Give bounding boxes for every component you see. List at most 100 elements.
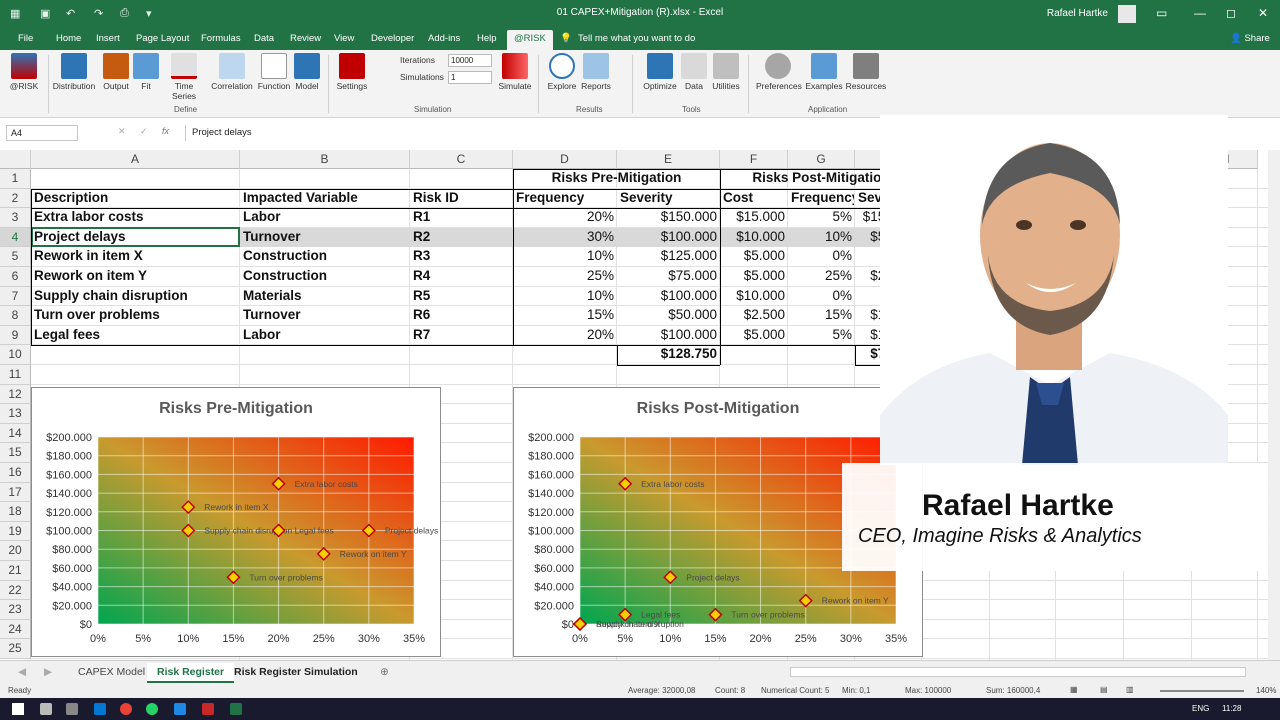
tab-insert[interactable]: Insert (96, 33, 120, 44)
column-header[interactable]: F (720, 150, 788, 169)
tab-atrisk[interactable]: @RISK (507, 30, 553, 50)
table-cell[interactable]: 25% (791, 268, 852, 283)
settings-button[interactable]: Settings (330, 53, 374, 91)
outlook-icon[interactable] (94, 703, 106, 715)
tab-add-ins[interactable]: Add-ins (428, 33, 460, 44)
row-header[interactable]: 7 (0, 286, 31, 307)
correlation-button[interactable]: Correlation (210, 53, 254, 91)
simulate-button[interactable]: Simulate (493, 53, 537, 91)
table-cell[interactable]: 10% (516, 288, 614, 303)
row-header[interactable]: 24 (0, 619, 31, 640)
row-header[interactable]: 20 (0, 541, 31, 561)
time-series-button[interactable]: Time Series (162, 53, 206, 101)
table-cell[interactable]: 10% (516, 248, 614, 263)
table-cell[interactable]: $75.000 (620, 268, 717, 283)
row-header[interactable]: 15 (0, 443, 31, 463)
whatsapp-icon[interactable] (146, 703, 158, 715)
column-header[interactable]: G (788, 150, 855, 169)
clock[interactable]: 11:28 (1222, 704, 1241, 713)
tell-me-search[interactable]: Tell me what you want to do (578, 33, 695, 44)
row-header[interactable]: 10 (0, 345, 31, 365)
table-cell[interactable]: $15.000 (723, 209, 785, 224)
row-header[interactable]: 13 (0, 404, 31, 424)
table-cell[interactable]: Legal fees (34, 327, 237, 342)
row-header[interactable]: 23 (0, 600, 31, 620)
table-cell[interactable]: 0% (791, 248, 852, 263)
skype-icon[interactable] (174, 703, 186, 715)
table-cell[interactable]: Rework in item X (34, 248, 237, 263)
table-cell[interactable]: $5.000 (723, 268, 785, 283)
preferences-button[interactable]: Preferences (756, 53, 802, 91)
language-indicator[interactable]: ENG (1192, 704, 1209, 713)
table-cell[interactable]: Labor (243, 209, 407, 224)
column-header[interactable]: E (617, 150, 720, 169)
table-cell[interactable]: $50.000 (620, 307, 717, 322)
search-icon[interactable] (40, 703, 52, 715)
utilities-button[interactable]: Utilities (704, 53, 748, 91)
row-header[interactable]: 2 (0, 188, 31, 209)
chrome-icon[interactable] (120, 703, 132, 715)
tab-home[interactable]: Home (56, 33, 81, 44)
table-cell[interactable]: Turn over problems (34, 307, 237, 322)
tab-help[interactable]: Help (477, 33, 497, 44)
table-cell[interactable]: 5% (791, 209, 852, 224)
normal-view-icon[interactable]: ▦ (1070, 685, 1078, 694)
table-cell[interactable]: $125.000 (620, 248, 717, 263)
select-all-corner[interactable] (0, 150, 31, 169)
table-cell[interactable]: $100.000 (620, 229, 717, 244)
table-cell[interactable]: R3 (413, 248, 510, 263)
page-layout-view-icon[interactable]: ▤ (1100, 685, 1108, 694)
row-header[interactable]: 8 (0, 306, 31, 326)
row-header[interactable]: 9 (0, 325, 31, 346)
row-header[interactable]: 11 (0, 365, 31, 385)
row-header[interactable]: 22 (0, 580, 31, 601)
row-header[interactable]: 17 (0, 482, 31, 503)
table-cell[interactable]: $5.000 (723, 327, 785, 342)
app-icon[interactable] (202, 703, 214, 715)
start-icon[interactable] (12, 703, 24, 715)
row-header[interactable]: 19 (0, 521, 31, 542)
total-pre[interactable]: $128.750 (620, 346, 717, 361)
table-cell[interactable]: R7 (413, 327, 510, 342)
row-header[interactable]: 12 (0, 384, 31, 405)
resources-button[interactable]: Resources (844, 53, 888, 91)
table-cell[interactable]: 5% (791, 327, 852, 342)
row-header[interactable]: 14 (0, 423, 31, 444)
table-cell[interactable]: Turnover (243, 307, 407, 322)
table-cell[interactable]: 20% (516, 209, 614, 224)
distribution-button[interactable]: Distribution (52, 53, 96, 91)
row-header[interactable]: 18 (0, 502, 31, 522)
table-cell[interactable]: $2.500 (723, 307, 785, 322)
table-cell[interactable]: R5 (413, 288, 510, 303)
tab-developer[interactable]: Developer (371, 33, 414, 44)
table-cell[interactable]: R4 (413, 268, 510, 283)
examples-button[interactable]: Examples (802, 53, 846, 91)
table-cell[interactable]: $5.000 (723, 248, 785, 263)
table-cell[interactable]: $10.000 (723, 288, 785, 303)
reports-button[interactable]: Reports (574, 53, 618, 91)
share-button[interactable]: 👤 Share (1230, 33, 1270, 44)
table-cell[interactable]: 10% (791, 229, 852, 244)
enter-icon[interactable]: ✓ (140, 126, 148, 137)
table-cell[interactable]: Extra labor costs (34, 209, 237, 224)
table-cell[interactable]: Supply chain disruption (34, 288, 237, 303)
page-break-view-icon[interactable]: ▥ (1126, 685, 1134, 694)
table-cell[interactable]: $100.000 (620, 327, 717, 342)
tab-page-layout[interactable]: Page Layout (136, 33, 189, 44)
table-cell[interactable]: 15% (516, 307, 614, 322)
row-header[interactable]: 4 (0, 227, 31, 248)
row-header[interactable]: 3 (0, 208, 31, 228)
horizontal-scrollbar[interactable] (790, 667, 1246, 677)
avatar[interactable] (1118, 5, 1136, 23)
table-cell[interactable]: 0% (791, 288, 852, 303)
zoom-slider[interactable] (1160, 690, 1244, 692)
sheet-tab-risk-register[interactable]: Risk Register (147, 663, 235, 683)
cancel-icon[interactable]: ✕ (118, 126, 126, 137)
user-name[interactable]: Rafael Hartke (1047, 8, 1108, 19)
insert-function-icon[interactable]: fx (162, 126, 169, 136)
iterations-input[interactable]: 10000 (448, 54, 492, 67)
tab-formulas[interactable]: Formulas (201, 33, 241, 44)
column-header[interactable]: A (31, 150, 240, 169)
table-cell[interactable]: 25% (516, 268, 614, 283)
row-header[interactable]: 21 (0, 561, 31, 581)
